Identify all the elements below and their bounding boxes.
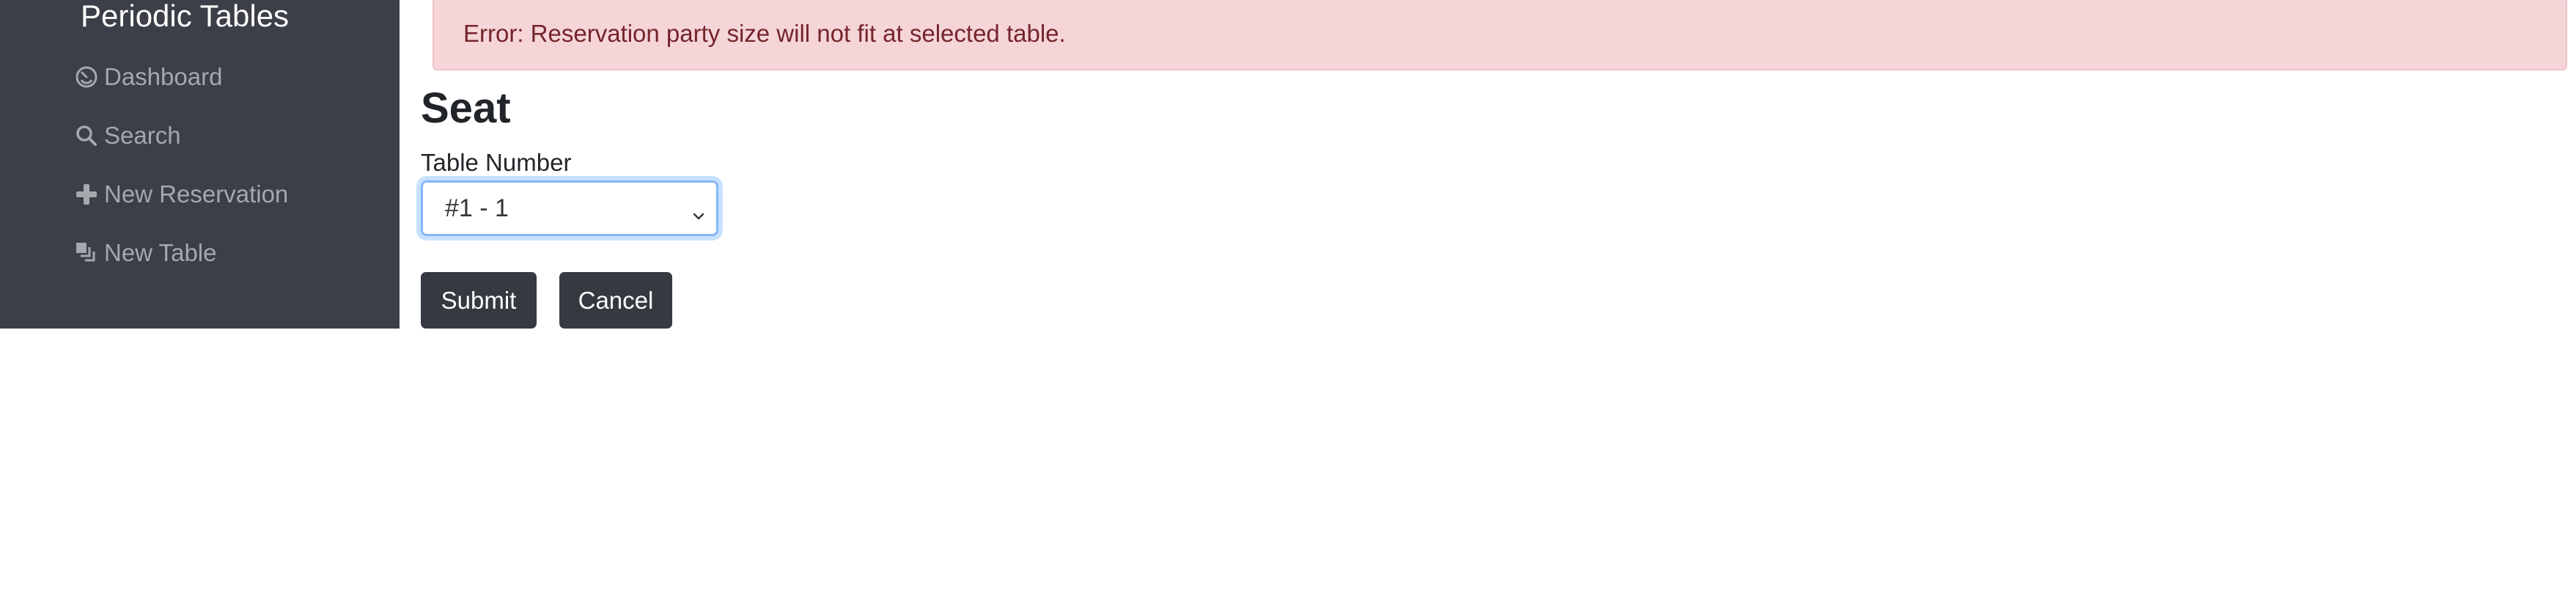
table-number-label: Table Number xyxy=(421,149,572,176)
sidebar-item-label: Search xyxy=(104,122,181,149)
error-alert: Error: Reservation party size will not f… xyxy=(433,0,2567,70)
dashboard-icon xyxy=(73,64,100,90)
sidebar-item-label: New Reservation xyxy=(104,180,289,208)
sidebar: Periodic Tables Dashboard Search New Res… xyxy=(0,0,400,329)
sidebar-item-new-table[interactable]: New Table xyxy=(73,232,216,274)
layers-icon xyxy=(73,240,100,266)
sidebar-item-search[interactable]: Search xyxy=(73,115,181,156)
sidebar-item-label: New Table xyxy=(104,239,217,266)
error-message: Error: Reservation party size will not f… xyxy=(463,20,1066,47)
table-number-selected-value: #1 - 1 xyxy=(445,194,509,222)
cancel-button[interactable]: Cancel xyxy=(559,272,672,329)
search-icon xyxy=(73,122,100,149)
chevron-down-icon xyxy=(691,202,706,230)
app-root: Periodic Tables Dashboard Search New Res… xyxy=(0,0,2576,616)
page-title: Seat xyxy=(421,84,511,132)
sidebar-item-new-reservation[interactable]: New Reservation xyxy=(73,174,288,215)
submit-button[interactable]: Submit xyxy=(421,272,537,329)
table-number-select[interactable]: #1 - 1 xyxy=(421,180,718,236)
sidebar-item-label: Dashboard xyxy=(104,63,223,90)
plus-icon xyxy=(73,181,100,208)
sidebar-item-dashboard[interactable]: Dashboard xyxy=(73,56,222,98)
app-brand[interactable]: Periodic Tables xyxy=(81,0,289,37)
